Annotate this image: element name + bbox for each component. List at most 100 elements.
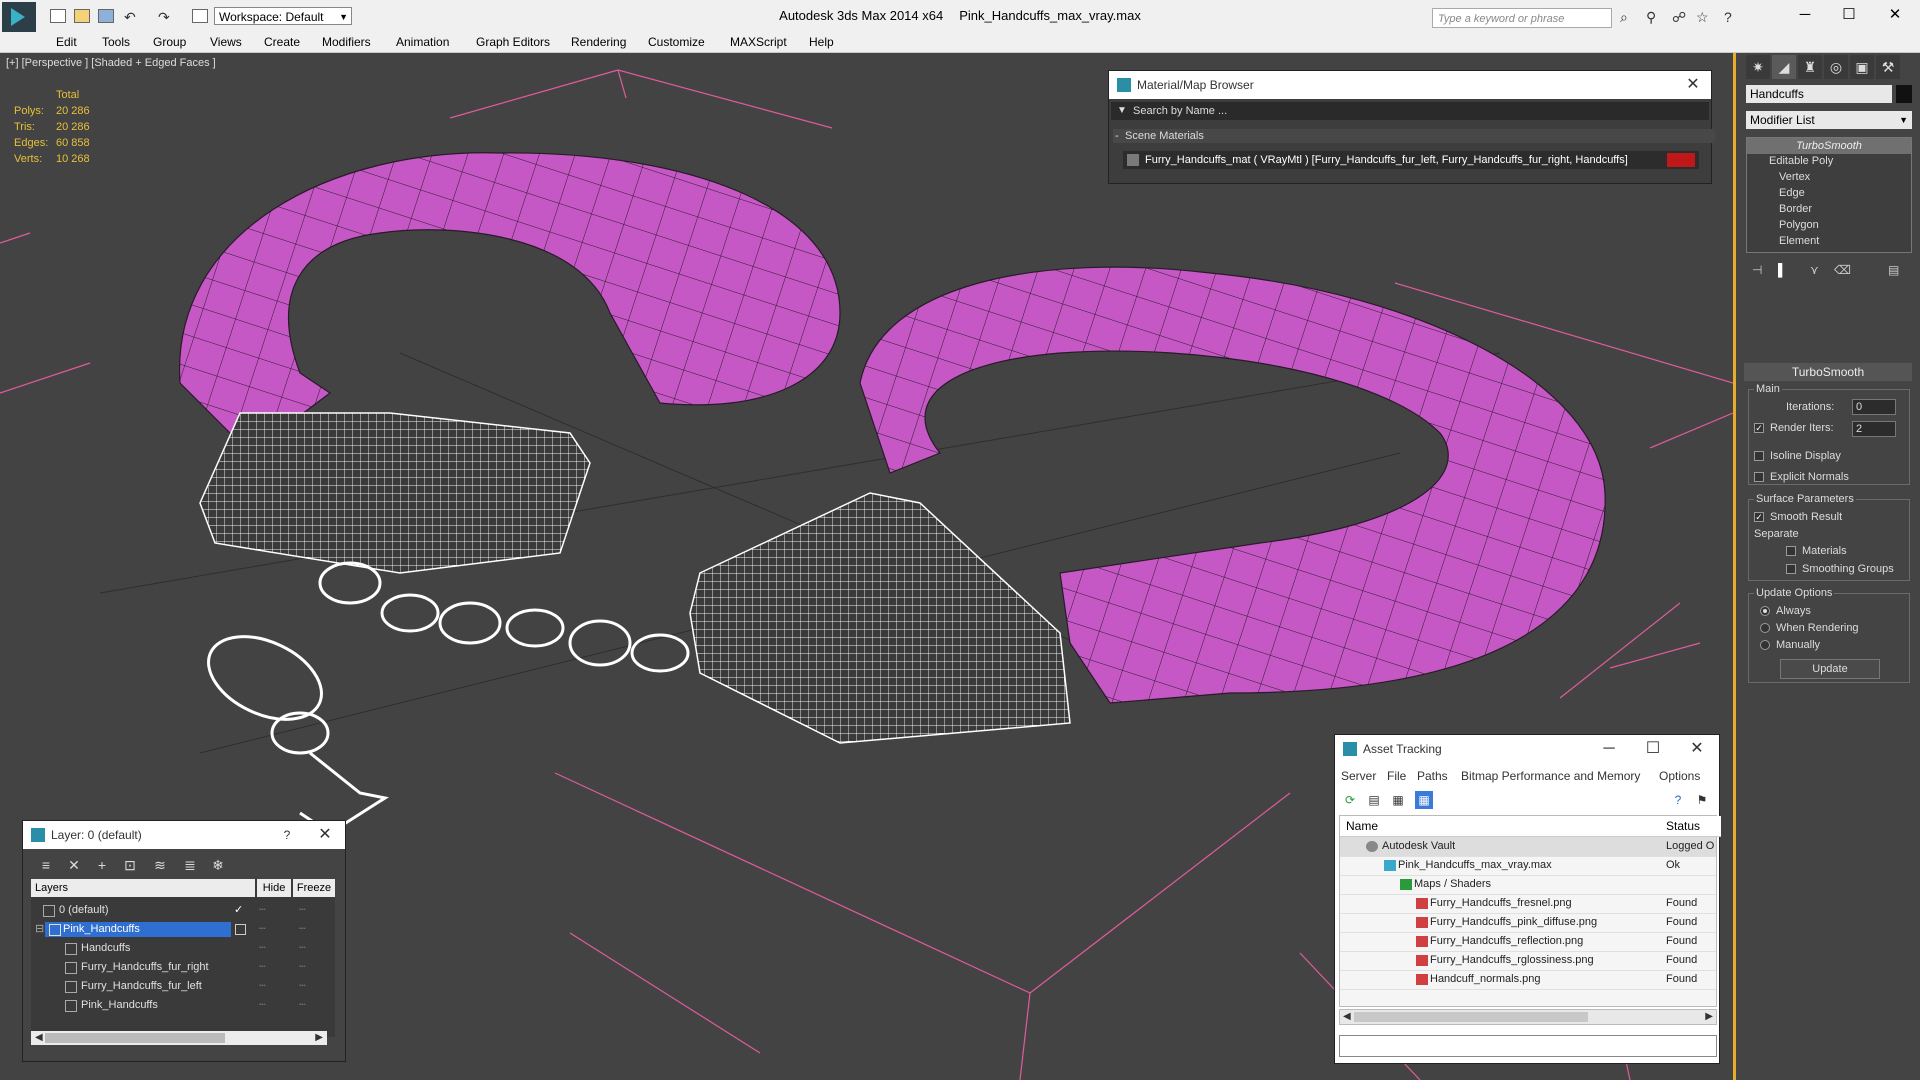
name-column-header[interactable]: Name bbox=[1340, 816, 1667, 837]
asset-close-button[interactable]: ✕ bbox=[1683, 735, 1711, 763]
stack-item-edge[interactable]: Edge bbox=[1779, 187, 1805, 199]
minimize-button[interactable]: ─ bbox=[1790, 4, 1820, 26]
hierarchy-tab-icon[interactable]: ♜ bbox=[1798, 55, 1822, 79]
help-icon[interactable]: ? bbox=[1724, 10, 1738, 24]
scrollbar-thumb[interactable] bbox=[45, 1033, 225, 1043]
select-in-layer-icon[interactable]: ⊡ bbox=[121, 856, 139, 874]
stack-item-turbosmooth[interactable]: TurboSmooth bbox=[1747, 138, 1911, 154]
asset-row[interactable]: Furry_Handcuffs_rglossiness.png Found bbox=[1340, 951, 1716, 971]
object-name-field[interactable]: Handcuffs bbox=[1746, 85, 1892, 103]
stack-item-element[interactable]: Element bbox=[1779, 235, 1819, 247]
layer-object-row[interactable]: Pink_Handcuffs ┄ ┄ bbox=[31, 996, 335, 1015]
material-search-input[interactable]: ▼ Search by Name ... bbox=[1111, 102, 1709, 120]
maximize-button[interactable]: ☐ bbox=[1834, 4, 1864, 26]
layer-object-row[interactable]: Handcuffs ┄ ┄ bbox=[31, 939, 335, 958]
favorites-star-icon[interactable]: ☆ bbox=[1696, 10, 1710, 24]
stack-item-vertex[interactable]: Vertex bbox=[1779, 171, 1810, 183]
asset-minimize-button[interactable]: ─ bbox=[1595, 735, 1623, 763]
list-view-icon[interactable]: ▤ bbox=[1365, 791, 1383, 809]
add-to-layer-icon[interactable]: + bbox=[93, 856, 111, 874]
asset-help-icon[interactable]: ? bbox=[1669, 791, 1687, 809]
asset-menu-bitmap[interactable]: Bitmap Performance and Memory bbox=[1461, 769, 1640, 783]
layer-object-row[interactable]: Furry_Handcuffs_fur_left ┄ ┄ bbox=[31, 977, 335, 996]
collapse-icon[interactable]: - bbox=[1115, 129, 1119, 143]
show-end-result-icon[interactable]: ▌ bbox=[1778, 263, 1787, 277]
asset-row[interactable]: Autodesk Vault Logged O bbox=[1340, 837, 1716, 857]
asset-row[interactable]: Furry_Handcuffs_fresnel.png Found bbox=[1340, 894, 1716, 914]
refresh-icon[interactable]: ⟳ bbox=[1341, 791, 1359, 809]
filter-icon[interactable]: ▼ bbox=[1117, 102, 1127, 120]
iterations-spinner[interactable]: 0 bbox=[1852, 399, 1896, 415]
status-column-header[interactable]: Status bbox=[1661, 816, 1721, 837]
highlight-layer-icon[interactable]: ≋ bbox=[151, 856, 169, 874]
layers-column-header[interactable]: Layers bbox=[31, 879, 255, 897]
menu-help[interactable]: Help bbox=[809, 35, 834, 49]
menu-edit[interactable]: Edit bbox=[56, 35, 77, 49]
layer-manager-titlebar[interactable]: Layer: 0 (default) ? ✕ bbox=[23, 821, 345, 849]
close-button[interactable]: ✕ bbox=[1880, 4, 1910, 26]
asset-tracking-titlebar[interactable]: Asset Tracking ─ ☐ ✕ bbox=[1335, 735, 1719, 763]
update-manually-radio[interactable] bbox=[1760, 640, 1770, 650]
utilities-tab-icon[interactable]: ⚒ bbox=[1876, 55, 1900, 79]
set-current-box[interactable] bbox=[235, 924, 246, 935]
asset-row[interactable]: Furry_Handcuffs_pink_diffuse.png Found bbox=[1340, 913, 1716, 933]
menu-animation[interactable]: Animation bbox=[396, 35, 449, 49]
remove-modifier-icon[interactable]: ⌫ bbox=[1834, 263, 1851, 277]
scrollbar-thumb[interactable] bbox=[1354, 1012, 1588, 1022]
asset-row[interactable]: Maps / Shaders bbox=[1340, 875, 1716, 895]
layer-manager-close-button[interactable]: ✕ bbox=[311, 821, 339, 849]
freeze-column-header[interactable]: Freeze bbox=[293, 879, 335, 897]
pin-stack-icon[interactable]: ⊣ bbox=[1752, 263, 1762, 277]
layer-row[interactable]: 0 (default) ✓ ┄ ┄ bbox=[31, 901, 335, 920]
asset-menu-file[interactable]: File bbox=[1387, 769, 1406, 783]
binoculars-icon[interactable]: ⌕ bbox=[1620, 10, 1634, 24]
stack-item-polygon[interactable]: Polygon bbox=[1779, 219, 1819, 231]
create-layer-icon[interactable]: ≡ bbox=[37, 856, 55, 874]
layer-object-row[interactable]: Furry_Handcuffs_fur_right ┄ ┄ bbox=[31, 958, 335, 977]
modify-tab-icon[interactable]: ◢ bbox=[1772, 55, 1796, 79]
menu-create[interactable]: Create bbox=[264, 35, 300, 49]
configure-sets-icon[interactable]: ▤ bbox=[1888, 263, 1899, 277]
render-iters-checkbox[interactable]: ✓ bbox=[1754, 423, 1764, 433]
asset-menu-options[interactable]: Options bbox=[1659, 769, 1700, 783]
asset-horizontal-scrollbar[interactable]: ◀ ▶ bbox=[1339, 1009, 1717, 1025]
turbosmooth-rollout-title[interactable]: TurboSmooth bbox=[1744, 363, 1912, 381]
asset-menu-paths[interactable]: Paths bbox=[1417, 769, 1448, 783]
highlight-icon[interactable]: ⚑ bbox=[1693, 791, 1711, 809]
asset-maximize-button[interactable]: ☐ bbox=[1639, 735, 1667, 763]
isoline-display-checkbox[interactable] bbox=[1754, 451, 1764, 461]
modifier-list-dropdown[interactable]: Modifier List ▼ bbox=[1746, 111, 1912, 129]
collapse-icon[interactable]: ⊟ bbox=[35, 920, 44, 939]
menu-rendering[interactable]: Rendering bbox=[571, 35, 626, 49]
stack-item-border[interactable]: Border bbox=[1779, 203, 1812, 215]
stack-item-editable-poly[interactable]: Editable Poly bbox=[1769, 155, 1833, 167]
menu-maxscript[interactable]: MAXScript bbox=[730, 35, 787, 49]
search-input[interactable]: Type a keyword or phrase bbox=[1432, 8, 1612, 28]
menu-tools[interactable]: Tools bbox=[102, 35, 130, 49]
motion-tab-icon[interactable]: ◎ bbox=[1824, 55, 1848, 79]
asset-row[interactable]: Furry_Handcuffs_reflection.png Found bbox=[1340, 932, 1716, 952]
layer-row-selected[interactable]: ⊟ Pink_Handcuffs ┄ ┄ bbox=[31, 920, 335, 939]
material-item[interactable]: Furry_Handcuffs_mat ( VRayMtl ) [Furry_H… bbox=[1123, 151, 1699, 169]
hide-column-header[interactable]: Hide bbox=[257, 879, 291, 897]
separate-smoothing-checkbox[interactable] bbox=[1786, 564, 1796, 574]
layer-help-button[interactable]: ? bbox=[273, 821, 301, 849]
menu-graph-editors[interactable]: Graph Editors bbox=[476, 35, 550, 49]
make-unique-icon[interactable]: ⋎ bbox=[1810, 263, 1819, 277]
explicit-normals-checkbox[interactable] bbox=[1754, 472, 1764, 482]
menu-modifiers[interactable]: Modifiers bbox=[322, 35, 371, 49]
smooth-result-checkbox[interactable]: ✓ bbox=[1754, 512, 1764, 522]
scene-materials-section[interactable]: - Scene Materials bbox=[1113, 129, 1715, 143]
asset-path-field[interactable] bbox=[1339, 1035, 1717, 1057]
menu-views[interactable]: Views bbox=[210, 35, 242, 49]
menu-customize[interactable]: Customize bbox=[648, 35, 705, 49]
display-tab-icon[interactable]: ▣ bbox=[1850, 55, 1874, 79]
material-browser-close-button[interactable]: ✕ bbox=[1679, 71, 1707, 99]
update-button[interactable]: Update bbox=[1780, 659, 1880, 679]
create-tab-icon[interactable]: ✷ bbox=[1746, 55, 1770, 79]
update-always-radio[interactable] bbox=[1760, 606, 1770, 616]
subscription-icon[interactable]: ⚲ bbox=[1646, 10, 1660, 24]
freeze-all-icon[interactable]: ❄ bbox=[209, 856, 227, 874]
asset-row[interactable]: Pink_Handcuffs_max_vray.max Ok bbox=[1340, 856, 1716, 876]
table-view-icon[interactable]: ▦ bbox=[1415, 791, 1433, 809]
